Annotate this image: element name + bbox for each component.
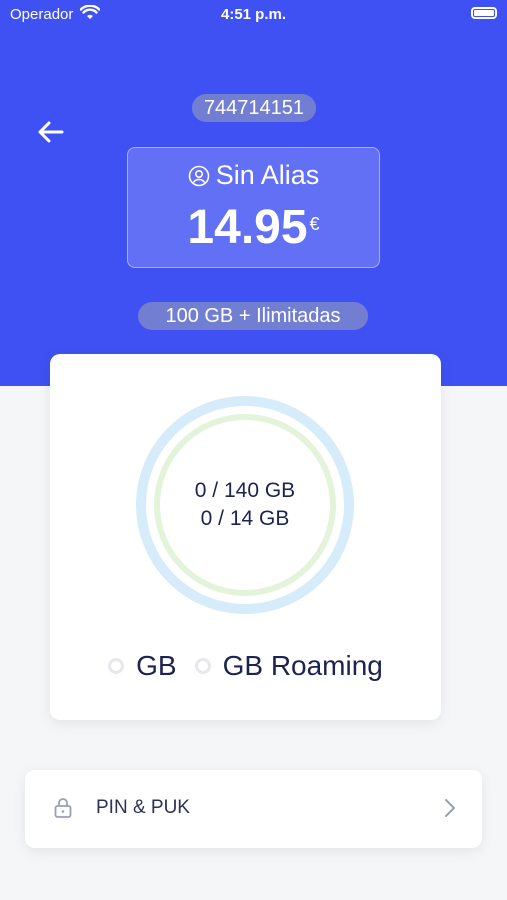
legend-dot xyxy=(194,658,211,674)
plan-price: 14.95 xyxy=(187,201,308,254)
data-usage-text: 0 / 140 GB xyxy=(194,479,296,502)
legend-item-data: GB xyxy=(108,650,177,682)
legend-dot xyxy=(108,658,125,674)
chevron-right-icon xyxy=(444,798,456,823)
roaming-usage-text: 0 / 14 GB xyxy=(200,507,290,530)
phone-number-badge: 744714151 xyxy=(192,94,316,122)
amount-row: 14.95 € xyxy=(128,200,379,256)
lock-icon xyxy=(53,797,73,824)
legend-label-roaming: GB Roaming xyxy=(222,650,383,681)
usage-card: 0 / 140 GB 0 / 14 GB GB GB Roaming xyxy=(50,354,441,720)
usage-legend: GB GB Roaming xyxy=(50,650,441,682)
pin-puk-label: PIN & PUK xyxy=(96,797,190,818)
currency-symbol: € xyxy=(309,214,320,234)
alias-card: Sin Alias 14.95 € xyxy=(127,147,380,268)
alias-row: Sin Alias xyxy=(128,160,379,191)
legend-label-data: GB xyxy=(136,650,177,681)
legend-item-roaming: GB Roaming xyxy=(194,650,383,682)
plan-badge: 100 GB + Ilimitadas xyxy=(138,302,368,330)
user-circle-icon xyxy=(188,165,210,186)
back-button[interactable] xyxy=(32,114,68,150)
status-bar: Operador 4:51 p.m. xyxy=(0,0,507,30)
alias-label: Sin Alias xyxy=(215,160,320,190)
pin-puk-row[interactable]: PIN & PUK xyxy=(25,770,482,848)
arrow-left-icon xyxy=(38,121,64,143)
clock: 4:51 p.m. xyxy=(220,6,287,23)
battery-icon xyxy=(471,7,497,19)
usage-summary: 0 / 140 GB 0 / 14 GB xyxy=(134,394,356,616)
